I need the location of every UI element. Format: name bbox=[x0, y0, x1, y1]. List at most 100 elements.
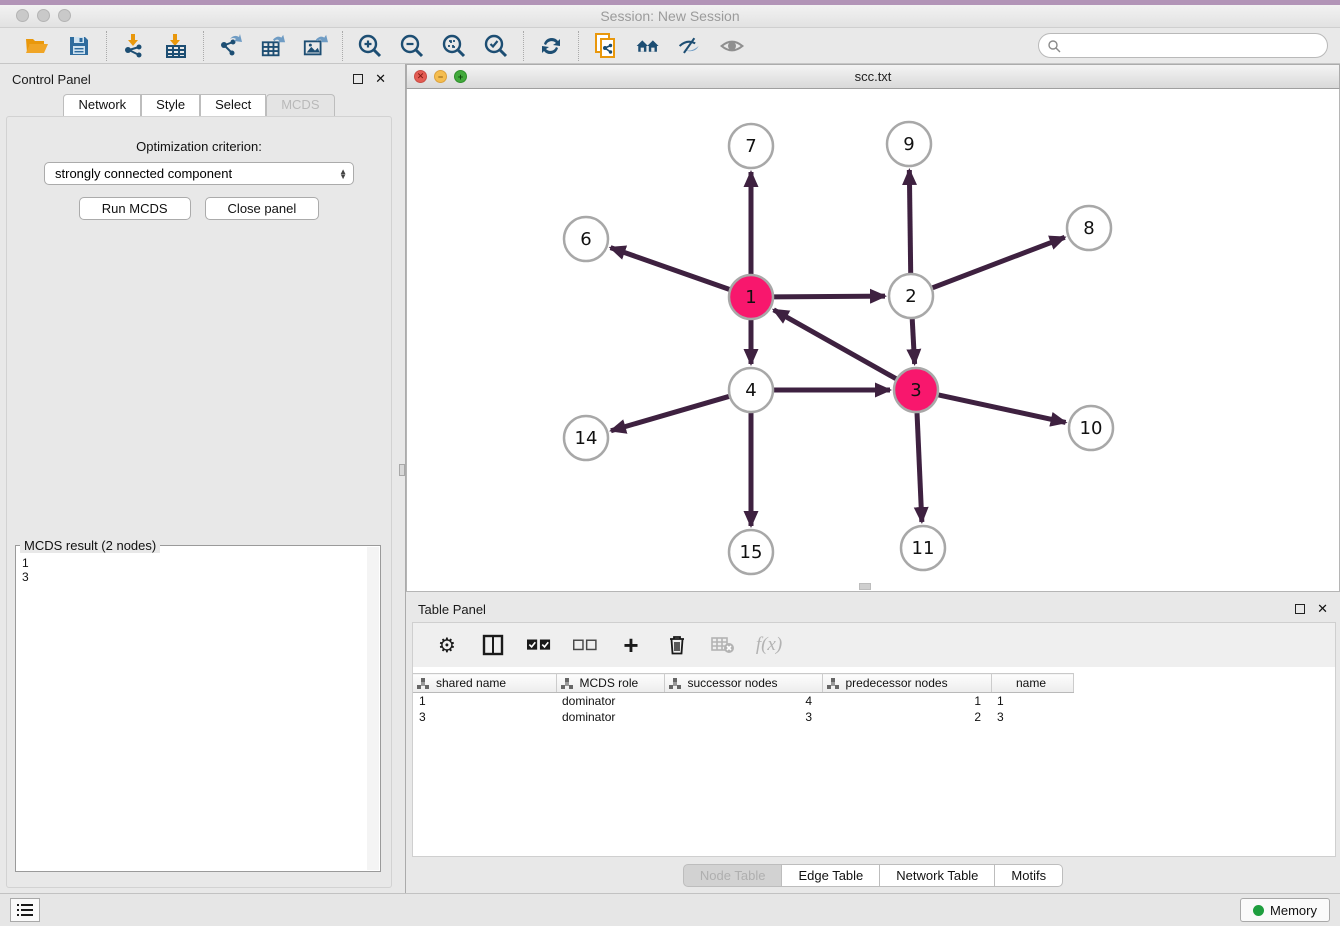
node-11[interactable]: 11 bbox=[901, 526, 945, 570]
tab-network[interactable]: Network bbox=[63, 94, 141, 116]
tab-style[interactable]: Style bbox=[141, 94, 200, 116]
edge-2-8[interactable] bbox=[932, 237, 1064, 288]
node-9[interactable]: 9 bbox=[887, 122, 931, 166]
table-cell: dominator bbox=[556, 709, 664, 725]
window-title: Session: New Session bbox=[0, 8, 1340, 24]
delete-column-icon[interactable] bbox=[665, 633, 689, 657]
deselect-all-rows-icon[interactable] bbox=[573, 633, 597, 657]
zoom-out-icon[interactable] bbox=[399, 33, 425, 59]
zoom-in-icon[interactable] bbox=[357, 33, 383, 59]
search-icon bbox=[1047, 39, 1061, 53]
edge-4-14[interactable] bbox=[611, 396, 729, 430]
svg-text:9: 9 bbox=[903, 134, 914, 155]
node-3[interactable]: 3 bbox=[894, 368, 938, 412]
edge-3-1[interactable] bbox=[774, 310, 896, 379]
column-visibility-icon[interactable] bbox=[481, 633, 505, 657]
zoom-selected-icon[interactable] bbox=[483, 33, 509, 59]
export-network-icon[interactable] bbox=[218, 33, 244, 59]
tab-motifs[interactable]: Motifs bbox=[995, 864, 1063, 887]
tab-edge-table[interactable]: Edge Table bbox=[782, 864, 880, 887]
panel-splitter[interactable] bbox=[398, 64, 406, 893]
open-session-icon[interactable] bbox=[24, 33, 50, 59]
node-table: shared name MCDS role successor nodes prede… bbox=[413, 673, 1074, 725]
add-column-icon[interactable]: + bbox=[619, 633, 643, 657]
table-row[interactable]: 1dominator411 bbox=[413, 693, 1073, 709]
svg-text:11: 11 bbox=[912, 538, 935, 559]
tab-mcds[interactable]: MCDS bbox=[266, 94, 334, 116]
run-mcds-button[interactable]: Run MCDS bbox=[79, 197, 191, 220]
delete-table-icon[interactable] bbox=[711, 633, 735, 657]
table-cell: 1 bbox=[413, 693, 556, 709]
zoom-fit-icon[interactable] bbox=[441, 33, 467, 59]
show-panel-eye-icon[interactable] bbox=[719, 33, 745, 59]
export-image-icon[interactable] bbox=[302, 33, 328, 59]
import-network-icon[interactable] bbox=[121, 33, 147, 59]
column-header-MCDS-role[interactable]: MCDS role bbox=[556, 674, 664, 693]
table-settings-gear-icon[interactable]: ⚙ bbox=[435, 633, 459, 657]
edge-3-11[interactable] bbox=[917, 413, 922, 522]
column-header-shared-name[interactable]: shared name bbox=[413, 674, 556, 693]
edge-2-3[interactable] bbox=[912, 319, 914, 364]
float-panel-icon[interactable] bbox=[353, 74, 363, 84]
float-table-panel-icon[interactable] bbox=[1295, 604, 1305, 614]
tab-node-table[interactable]: Node Table bbox=[683, 864, 783, 887]
close-panel-icon[interactable]: ✕ bbox=[375, 71, 386, 87]
table-panel: Table Panel ✕ ⚙ + f(x) sha bbox=[406, 594, 1340, 893]
node-7[interactable]: 7 bbox=[729, 124, 773, 168]
node-15[interactable]: 15 bbox=[729, 530, 773, 574]
result-scrollbar[interactable] bbox=[367, 547, 379, 870]
canvas-scrollbar-handle[interactable] bbox=[859, 583, 871, 590]
network-canvas[interactable]: 7 9 6 8 1 2 4 3 14 10 15 11 bbox=[406, 89, 1340, 592]
column-label: predecessor nodes bbox=[846, 676, 948, 690]
node-6[interactable]: 6 bbox=[564, 217, 608, 261]
node-14[interactable]: 14 bbox=[564, 416, 608, 460]
column-label: successor nodes bbox=[688, 676, 778, 690]
node-4[interactable]: 4 bbox=[729, 368, 773, 412]
optimization-criterion-label: Optimization criterion: bbox=[7, 139, 391, 154]
save-session-icon[interactable] bbox=[66, 33, 92, 59]
node-10[interactable]: 10 bbox=[1069, 406, 1113, 450]
column-label: MCDS role bbox=[580, 676, 639, 690]
node-8[interactable]: 8 bbox=[1067, 206, 1111, 250]
select-all-rows-icon[interactable] bbox=[527, 633, 551, 657]
table-cell: 3 bbox=[991, 709, 1073, 725]
column-header-predecessor-nodes[interactable]: predecessor nodes bbox=[822, 674, 991, 693]
import-table-icon[interactable] bbox=[163, 33, 189, 59]
refresh-layout-icon[interactable] bbox=[538, 33, 564, 59]
close-table-panel-icon[interactable]: ✕ bbox=[1317, 601, 1328, 617]
column-header-successor-nodes[interactable]: successor nodes bbox=[664, 674, 822, 693]
table-row[interactable]: 3dominator323 bbox=[413, 709, 1073, 725]
memory-button[interactable]: Memory bbox=[1240, 898, 1330, 922]
optimization-criterion-select[interactable]: strongly connected component ▲▼ bbox=[44, 162, 354, 185]
hide-panel-eye-slash-icon[interactable] bbox=[677, 33, 703, 59]
table-tabs: Node Table Edge Table Network Table Moti… bbox=[406, 864, 1340, 887]
task-history-button[interactable] bbox=[10, 898, 40, 922]
node-1[interactable]: 1 bbox=[729, 275, 773, 319]
network-window-titlebar[interactable]: ✕ − + scc.txt bbox=[406, 64, 1340, 89]
search-input[interactable] bbox=[1061, 36, 1327, 56]
duplicate-network-icon[interactable] bbox=[593, 33, 619, 59]
mcds-result-title: MCDS result (2 nodes) bbox=[20, 538, 160, 553]
edge-2-9[interactable] bbox=[909, 170, 910, 273]
table-cell: 4 bbox=[664, 693, 822, 709]
tab-select[interactable]: Select bbox=[200, 94, 266, 116]
edge-1-2[interactable] bbox=[774, 296, 885, 297]
edge-1-6[interactable] bbox=[611, 248, 730, 290]
svg-text:3: 3 bbox=[910, 380, 921, 401]
column-header-name[interactable]: name bbox=[991, 674, 1073, 693]
column-label: name bbox=[1016, 676, 1046, 690]
edge-3-10[interactable] bbox=[938, 395, 1065, 423]
splitter-handle[interactable] bbox=[399, 464, 405, 476]
svg-text:7: 7 bbox=[745, 136, 756, 157]
function-builder-icon[interactable]: f(x) bbox=[757, 633, 781, 657]
status-bar: Memory bbox=[0, 893, 1340, 926]
network-graph: 7 9 6 8 1 2 4 3 14 10 15 11 bbox=[407, 89, 1337, 590]
svg-text:15: 15 bbox=[740, 542, 763, 563]
close-panel-button[interactable]: Close panel bbox=[205, 197, 320, 220]
show-all-windows-icon[interactable] bbox=[635, 33, 661, 59]
node-2[interactable]: 2 bbox=[889, 274, 933, 318]
tab-network-table[interactable]: Network Table bbox=[880, 864, 995, 887]
export-table-icon[interactable] bbox=[260, 33, 286, 59]
column-type-icon bbox=[561, 678, 574, 689]
memory-status-dot bbox=[1253, 905, 1264, 916]
